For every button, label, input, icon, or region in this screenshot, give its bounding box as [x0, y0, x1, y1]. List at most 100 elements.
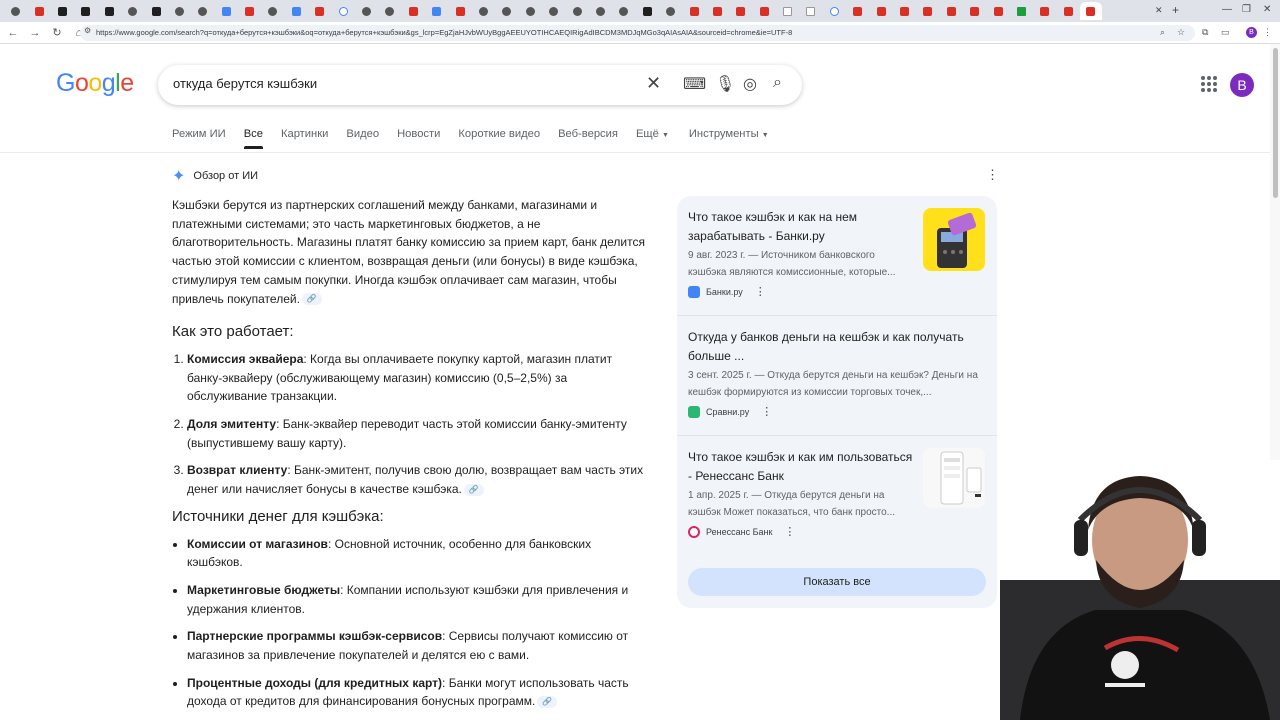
browser-tab[interactable]: [963, 2, 986, 20]
browser-tab[interactable]: [519, 2, 542, 20]
browser-tab[interactable]: [191, 2, 214, 20]
close-tab-icon[interactable]: ✕: [1155, 5, 1163, 16]
browser-tab[interactable]: [27, 2, 50, 20]
tab-news[interactable]: Новости: [397, 128, 440, 140]
browser-tab[interactable]: [589, 2, 612, 20]
browser-tab[interactable]: [869, 2, 892, 20]
browser-tab[interactable]: [1010, 2, 1033, 20]
browser-tab[interactable]: [940, 2, 963, 20]
close-window-icon[interactable]: ✕: [1263, 4, 1271, 15]
tab-video[interactable]: Видео: [346, 128, 379, 140]
bookmark-star-icon[interactable]: ☆: [1177, 27, 1185, 38]
tab-web[interactable]: Веб-версия: [558, 128, 618, 140]
browser-tab[interactable]: [331, 2, 354, 20]
browser-tab[interactable]: [565, 2, 588, 20]
browser-tab[interactable]: [261, 2, 284, 20]
link-icon[interactable]: 🔗: [463, 483, 484, 496]
reload-icon[interactable]: ↻: [48, 26, 66, 39]
browser-tab[interactable]: [495, 2, 518, 20]
site-info-icon[interactable]: ⚙: [84, 26, 91, 35]
browser-tab[interactable]: [472, 2, 495, 20]
search-icon[interactable]: ⌕: [773, 74, 782, 92]
new-tab-icon[interactable]: +: [1172, 3, 1179, 17]
more-options-icon[interactable]: ⋮: [784, 525, 795, 538]
source-card-site: Банки.ру ⋮: [688, 285, 986, 298]
browser-tab[interactable]: [776, 2, 799, 20]
tab-all[interactable]: Все: [243, 128, 264, 149]
browser-menu-icon[interactable]: ⋮: [1263, 27, 1272, 38]
more-options-icon[interactable]: ⋮: [986, 167, 999, 183]
source-card-title[interactable]: Откуда у банков деньги на кешбэк и как п…: [688, 328, 986, 365]
source-card-title[interactable]: Что такое кэшбэк и как на нем зарабатыва…: [688, 208, 913, 245]
browser-tab[interactable]: [542, 2, 565, 20]
zoom-icon[interactable]: ⌕: [1160, 27, 1165, 38]
browser-tab[interactable]: [378, 2, 401, 20]
source-card[interactable]: Что такое кэшбэк и как им пользоваться -…: [688, 448, 986, 538]
clear-icon[interactable]: ✕: [646, 73, 661, 94]
browser-tab[interactable]: [682, 2, 705, 20]
maximize-icon[interactable]: ❐: [1242, 4, 1251, 15]
lens-camera-icon[interactable]: ◎: [743, 74, 757, 94]
browser-tab[interactable]: [659, 2, 682, 20]
search-box[interactable]: откуда берутся кэшбэки ✕ ⌨ 🎙 ◎ ⌕: [158, 65, 802, 105]
source-card[interactable]: Откуда у банков деньги на кешбэк и как п…: [688, 328, 986, 418]
google-apps-icon[interactable]: [1201, 76, 1217, 92]
source-card-title[interactable]: Что такое кэшбэк и как им пользоваться -…: [688, 448, 913, 485]
browser-tab[interactable]: [1057, 2, 1080, 20]
browser-tab[interactable]: [612, 2, 635, 20]
browser-tab[interactable]: [1033, 2, 1056, 20]
browser-tab[interactable]: [308, 2, 331, 20]
tab-tools[interactable]: Инструменты ▼: [689, 128, 769, 140]
tab-ai-mode[interactable]: Режим ИИ: [172, 128, 226, 140]
back-icon[interactable]: ←: [4, 27, 22, 39]
account-avatar[interactable]: B: [1230, 73, 1254, 97]
browser-tab[interactable]: [402, 2, 425, 20]
browser-tab[interactable]: [916, 2, 939, 20]
browser-tab[interactable]: [636, 2, 659, 20]
search-input[interactable]: откуда берутся кэшбэки: [173, 76, 317, 91]
minimize-icon[interactable]: —: [1222, 4, 1232, 15]
browser-tab[interactable]: [893, 2, 916, 20]
browser-tab[interactable]: [1079, 2, 1102, 20]
microphone-icon[interactable]: 🎙: [715, 74, 735, 94]
more-options-icon[interactable]: ⋮: [755, 285, 766, 298]
browser-tab[interactable]: [215, 2, 238, 20]
browser-tab[interactable]: [986, 2, 1009, 20]
link-icon[interactable]: 🔗: [301, 293, 322, 306]
browser-tab[interactable]: [425, 2, 448, 20]
browser-tab[interactable]: [706, 2, 729, 20]
browser-tab[interactable]: [846, 2, 869, 20]
browser-tab[interactable]: [753, 2, 776, 20]
extensions-icon[interactable]: ⧉: [1202, 27, 1208, 38]
source-card[interactable]: Что такое кэшбэк и как на нем зарабатыва…: [688, 208, 986, 298]
more-options-icon[interactable]: ⋮: [761, 405, 772, 418]
card-thumbnail[interactable]: [923, 448, 985, 508]
link-icon[interactable]: 🔗: [537, 696, 558, 709]
forward-icon[interactable]: →: [26, 27, 44, 39]
browser-tab[interactable]: [98, 2, 121, 20]
browser-tab[interactable]: [729, 2, 752, 20]
browser-tab[interactable]: [121, 2, 144, 20]
tab-images[interactable]: Картинки: [281, 128, 328, 140]
browser-profile-avatar[interactable]: B: [1246, 27, 1257, 38]
sidebar-icon[interactable]: ▭: [1221, 27, 1230, 38]
browser-tab[interactable]: [74, 2, 97, 20]
google-logo[interactable]: Google: [56, 69, 134, 98]
browser-tab[interactable]: [51, 2, 74, 20]
tab-short-videos[interactable]: Короткие видео: [458, 128, 540, 140]
browser-tab[interactable]: [168, 2, 191, 20]
keyboard-icon[interactable]: ⌨: [683, 74, 706, 94]
url-input[interactable]: https://www.google.com/search?q=откуда+б…: [80, 25, 1195, 41]
browser-tab[interactable]: [4, 2, 27, 20]
show-all-button[interactable]: Показать все: [688, 568, 986, 596]
browser-tab[interactable]: [238, 2, 261, 20]
browser-tab[interactable]: [448, 2, 471, 20]
browser-tab[interactable]: [355, 2, 378, 20]
browser-tab[interactable]: [823, 2, 846, 20]
browser-tab[interactable]: [285, 2, 308, 20]
scrollbar-thumb[interactable]: [1273, 48, 1278, 198]
browser-tab[interactable]: [799, 2, 822, 20]
tab-more[interactable]: Ещё ▼: [636, 128, 669, 140]
card-thumbnail[interactable]: [923, 208, 985, 271]
browser-tab[interactable]: [144, 2, 167, 20]
